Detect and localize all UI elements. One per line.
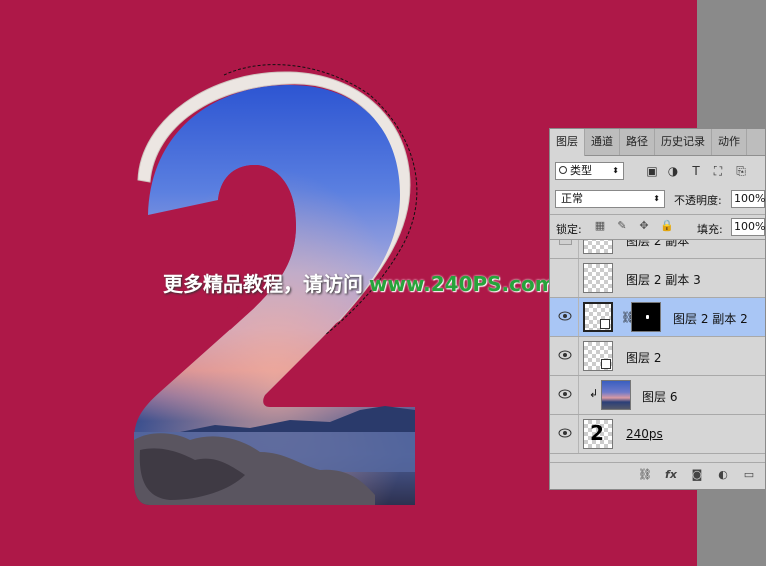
watermark-text: 更多精品教程，请访问 www.240PS.com bbox=[163, 268, 556, 297]
smart-object-icon bbox=[600, 319, 610, 329]
smart-object-icon bbox=[601, 359, 611, 369]
shape-filter-icon[interactable]: ⛶ bbox=[711, 164, 725, 179]
updown-arrow-icon: ⬍ bbox=[612, 166, 619, 175]
eye-icon[interactable] bbox=[558, 350, 572, 360]
image-filter-icon[interactable]: ▣ bbox=[645, 164, 659, 178]
lock-paint-icon[interactable]: ✎ bbox=[616, 220, 628, 232]
watermark-chinese: 更多精品教程，请访问 bbox=[163, 272, 363, 296]
new-group-icon[interactable]: ▭ bbox=[742, 468, 756, 482]
link-layers-icon[interactable]: ⛓ bbox=[638, 468, 652, 482]
layer-name: 240ps bbox=[626, 427, 663, 441]
lock-move-icon[interactable]: ✥ bbox=[638, 220, 650, 232]
layer-row[interactable]: 2 240ps bbox=[550, 415, 765, 454]
eye-icon[interactable] bbox=[558, 389, 572, 399]
watermark-url: www.240PS.com bbox=[369, 272, 556, 296]
filter-kind-select[interactable]: 类型 ⬍ bbox=[555, 162, 624, 180]
filter-kind-value: 类型 bbox=[570, 164, 592, 177]
adjustment-layer-icon[interactable]: ◐ bbox=[716, 468, 730, 482]
fill-input[interactable]: 100% bbox=[731, 218, 765, 236]
layer-thumbnail: 2 bbox=[583, 419, 613, 449]
clipping-arrow-icon: ↲ bbox=[589, 387, 599, 400]
tab-actions[interactable]: 动作 bbox=[712, 129, 747, 155]
updown-arrow-icon: ⬍ bbox=[653, 194, 660, 203]
adjustment-filter-icon[interactable]: ◑ bbox=[666, 164, 680, 178]
divider bbox=[550, 214, 765, 215]
layers-panel: 图层 通道 路径 历史记录 动作 类型 ⬍ ▣ ◑ T ⛶ ⎘ 正常 ⬍ 不透明… bbox=[549, 128, 766, 490]
layer-row-selected[interactable]: ⛓ 图层 2 副本 2 bbox=[550, 298, 765, 337]
layer-list: 图层 2 副本 图层 2 副本 3 ⛓ 图层 2 副本 2 图层 2 ↲ 图层 … bbox=[550, 239, 765, 464]
layer-row[interactable]: 图层 2 副本 3 bbox=[550, 259, 765, 298]
type-filter-icon[interactable]: T bbox=[689, 164, 703, 178]
layer-row[interactable]: 图层 2 bbox=[550, 337, 765, 376]
panel-tabs: 图层 通道 路径 历史记录 动作 bbox=[550, 129, 765, 156]
eye-icon[interactable] bbox=[558, 311, 572, 321]
layer-thumbnail bbox=[601, 380, 631, 410]
layer-name: 图层 2 bbox=[626, 351, 662, 365]
layer-name: 图层 2 副本 2 bbox=[673, 312, 748, 326]
layer-thumbnail bbox=[583, 263, 613, 293]
tab-layers[interactable]: 图层 bbox=[550, 129, 585, 156]
layer-thumbnail bbox=[583, 341, 613, 371]
lock-label: 锁定: bbox=[556, 223, 582, 236]
layer-thumbnail bbox=[583, 302, 613, 332]
search-icon bbox=[559, 166, 567, 174]
tab-channels[interactable]: 通道 bbox=[585, 129, 620, 155]
lock-all-icon[interactable]: 🔒 bbox=[660, 220, 674, 232]
layer-name: 图层 2 副本 3 bbox=[626, 273, 701, 287]
add-mask-icon[interactable]: ◙ bbox=[690, 468, 704, 482]
layer-row[interactable]: 图层 2 副本 bbox=[550, 239, 765, 259]
blend-mode-select[interactable]: 正常 ⬍ bbox=[555, 190, 665, 208]
fx-icon[interactable]: fx bbox=[664, 468, 678, 482]
opacity-input[interactable]: 100% bbox=[731, 190, 765, 208]
opacity-label: 不透明度: bbox=[674, 194, 722, 207]
layer-row[interactable]: ↲ 图层 6 bbox=[550, 376, 765, 415]
layer-name: 图层 2 副本 bbox=[626, 239, 690, 248]
thumbnail-digit: 2 bbox=[590, 421, 604, 445]
tab-history[interactable]: 历史记录 bbox=[655, 129, 712, 155]
visibility-toggle-empty[interactable] bbox=[559, 240, 572, 245]
tab-paths[interactable]: 路径 bbox=[620, 129, 655, 155]
blend-mode-value: 正常 bbox=[561, 192, 583, 205]
panel-footer: ⛓ fx ◙ ◐ ▭ bbox=[550, 462, 765, 489]
layer-thumbnail bbox=[583, 240, 613, 254]
eye-icon[interactable] bbox=[558, 428, 572, 438]
layer-name: 图层 6 bbox=[642, 390, 678, 404]
lock-transparent-icon[interactable]: ▦ bbox=[594, 220, 606, 232]
fill-label: 填充: bbox=[697, 223, 723, 236]
layer-mask-thumbnail[interactable] bbox=[631, 302, 661, 332]
smart-object-filter-icon[interactable]: ⎘ bbox=[734, 164, 748, 179]
